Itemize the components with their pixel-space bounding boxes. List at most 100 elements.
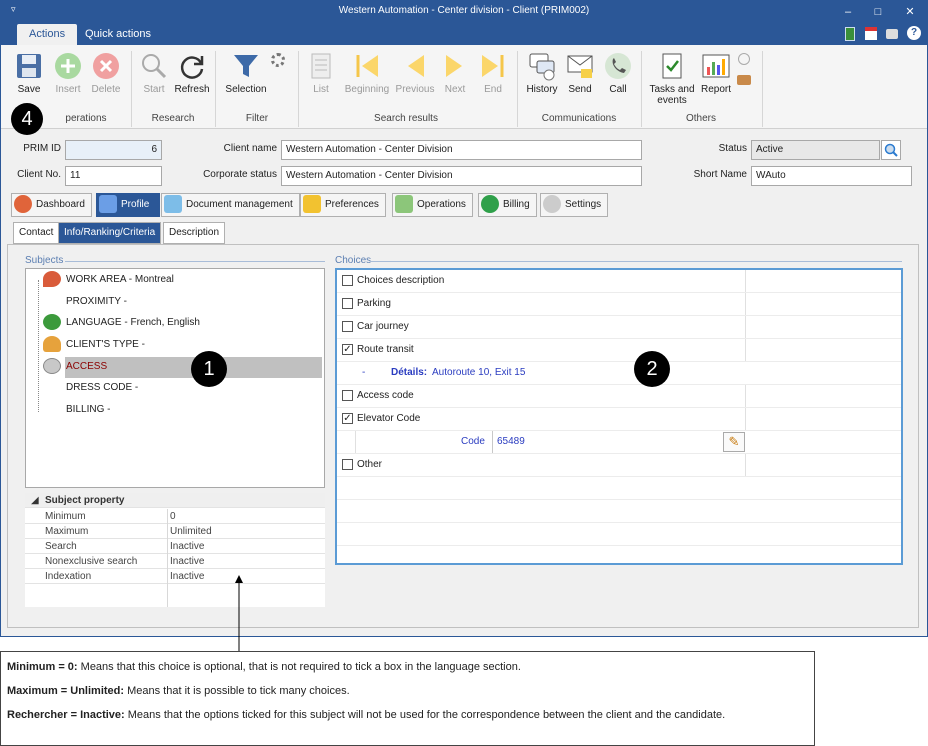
list-icon (311, 53, 331, 79)
call-button[interactable]: Call (597, 51, 639, 107)
callout-arrow (235, 575, 243, 652)
choice-detail-row[interactable]: - Détails: Autoroute 10, Exit 15 (337, 362, 901, 385)
choice-checkbox-checked[interactable]: ✓ (342, 413, 353, 424)
status-field[interactable]: Active (751, 140, 880, 160)
beginning-label: Beginning (344, 84, 390, 95)
map-pin-icon (43, 271, 61, 288)
client-no-field[interactable]: 11 (65, 166, 162, 186)
choice-checkbox[interactable] (342, 459, 353, 470)
choice-row[interactable]: Access code (337, 385, 901, 408)
empty-row (337, 523, 901, 546)
edit-code-button[interactable]: ✎ (723, 432, 745, 452)
delete-label: Delete (91, 84, 121, 95)
choice-row[interactable]: Other (337, 454, 901, 477)
property-value: Inactive (170, 571, 205, 582)
close-button[interactable]: ✕ (895, 3, 925, 21)
subtab-description[interactable]: Description (163, 222, 226, 244)
save-icon (17, 54, 41, 78)
previous-button[interactable]: Previous (393, 51, 437, 107)
corporate-status-field[interactable]: Western Automation - Center Division (281, 166, 642, 186)
first-icon (356, 55, 378, 77)
insert-button[interactable]: Insert (47, 51, 89, 107)
tree-item-dress-code[interactable]: DRESS CODE - (66, 379, 138, 397)
inbox-icon[interactable] (737, 75, 751, 85)
status-label: Status (718, 143, 747, 154)
status-lookup-button[interactable] (881, 140, 901, 160)
tree-item-proximity[interactable]: PROXIMITY - (66, 293, 127, 311)
selection-button[interactable]: Selection (223, 51, 269, 107)
callout-marker-2: 2 (634, 351, 670, 387)
client-name-field[interactable]: Western Automation - Center Division (281, 140, 642, 160)
choice-checkbox[interactable] (342, 321, 353, 332)
clock-icon[interactable] (738, 53, 750, 65)
choice-row[interactable]: ✓ Elevator Code (337, 408, 901, 431)
lock-icon[interactable] (886, 29, 898, 39)
choices-grid: Choices description Parking Car journey … (335, 268, 903, 565)
tab-profile[interactable]: Profile (96, 193, 161, 217)
send-button[interactable]: Send (559, 51, 601, 107)
start-button[interactable]: Start (133, 51, 175, 107)
note-line: Maximum = Unlimited: Means that it is po… (7, 684, 808, 698)
minimize-button[interactable]: – (833, 3, 863, 21)
empty-row (337, 500, 901, 523)
selection-label: Selection (225, 84, 267, 95)
choice-row[interactable]: Parking (337, 293, 901, 316)
tasks-events-button[interactable]: Tasks and events (648, 51, 696, 107)
group-operations-label: perations (65, 113, 107, 124)
choice-checkbox[interactable] (342, 275, 353, 286)
tab-settings[interactable]: Settings (540, 193, 609, 217)
choice-label: Route transit (357, 344, 414, 355)
choice-row[interactable]: Choices description (337, 270, 901, 293)
choice-row[interactable]: Car journey (337, 316, 901, 339)
group-communications-label: Communications (541, 113, 617, 124)
tab-operations[interactable]: Operations (392, 193, 473, 217)
insert-icon (55, 53, 81, 79)
refresh-button[interactable]: Refresh (171, 51, 213, 107)
end-button[interactable]: End (472, 51, 514, 107)
tab-dashboard[interactable]: Dashboard (11, 193, 92, 217)
beginning-button[interactable]: Beginning (342, 51, 392, 107)
tree-item-work-area[interactable]: WORK AREA - Montreal (43, 271, 174, 289)
calculator-icon[interactable] (845, 27, 855, 41)
code-label: Code (461, 436, 485, 447)
tab-preferences[interactable]: Preferences (300, 193, 386, 217)
subtab-info-ranking-criteria[interactable]: Info/Ranking/Criteria (58, 222, 162, 244)
help-icon[interactable]: ? (907, 26, 921, 40)
choice-label: Car journey (357, 321, 409, 332)
calendar-icon[interactable] (865, 27, 877, 40)
subtab-contact[interactable]: Contact (13, 222, 60, 244)
history-button[interactable]: History (521, 51, 563, 107)
choice-checkbox[interactable] (342, 298, 353, 309)
search-icon (884, 143, 898, 157)
delete-button[interactable]: Delete (85, 51, 127, 107)
tree-item-language[interactable]: LANGUAGE - French, English (43, 314, 200, 332)
tab-billing[interactable]: Billing (478, 193, 537, 217)
choice-checkbox-checked[interactable]: ✓ (342, 344, 353, 355)
report-button[interactable]: Report (695, 51, 737, 107)
choice-label: Elevator Code (357, 413, 421, 424)
short-name-field[interactable]: WAuto (751, 166, 912, 186)
maximize-button[interactable]: □ (863, 3, 893, 21)
tree-item-access[interactable]: ACCESS (43, 358, 107, 376)
next-button[interactable]: Next (434, 51, 476, 107)
tab-quick-actions[interactable]: Quick actions (73, 24, 163, 45)
tree-item-clients-type[interactable]: CLIENT'S TYPE - (43, 336, 145, 354)
detail-value: Autoroute 10, Exit 15 (432, 367, 526, 378)
prim-id-field[interactable]: 6 (65, 140, 162, 160)
note-line: Minimum = 0: Means that this choice is o… (7, 660, 808, 674)
note-term: Rechercher = Inactive: (7, 709, 125, 721)
star-icon (303, 195, 321, 214)
save-button[interactable]: Save (8, 51, 50, 107)
tab-document-management[interactable]: Document management (161, 193, 300, 217)
tree-item-billing[interactable]: BILLING - (66, 401, 110, 419)
note-text: Means that the options ticked for this s… (124, 709, 726, 721)
tab-actions[interactable]: Actions (17, 24, 78, 45)
code-value[interactable]: 65489 (497, 431, 525, 453)
collapse-icon[interactable]: ◢ (31, 493, 39, 508)
choice-row[interactable]: ✓ Route transit (337, 339, 901, 362)
list-button[interactable]: List (300, 51, 342, 107)
filter-settings-icon[interactable] (271, 53, 285, 67)
choice-checkbox[interactable] (342, 390, 353, 401)
dollar-icon (481, 195, 499, 214)
note-text: Means that it is possible to tick many c… (124, 685, 350, 697)
